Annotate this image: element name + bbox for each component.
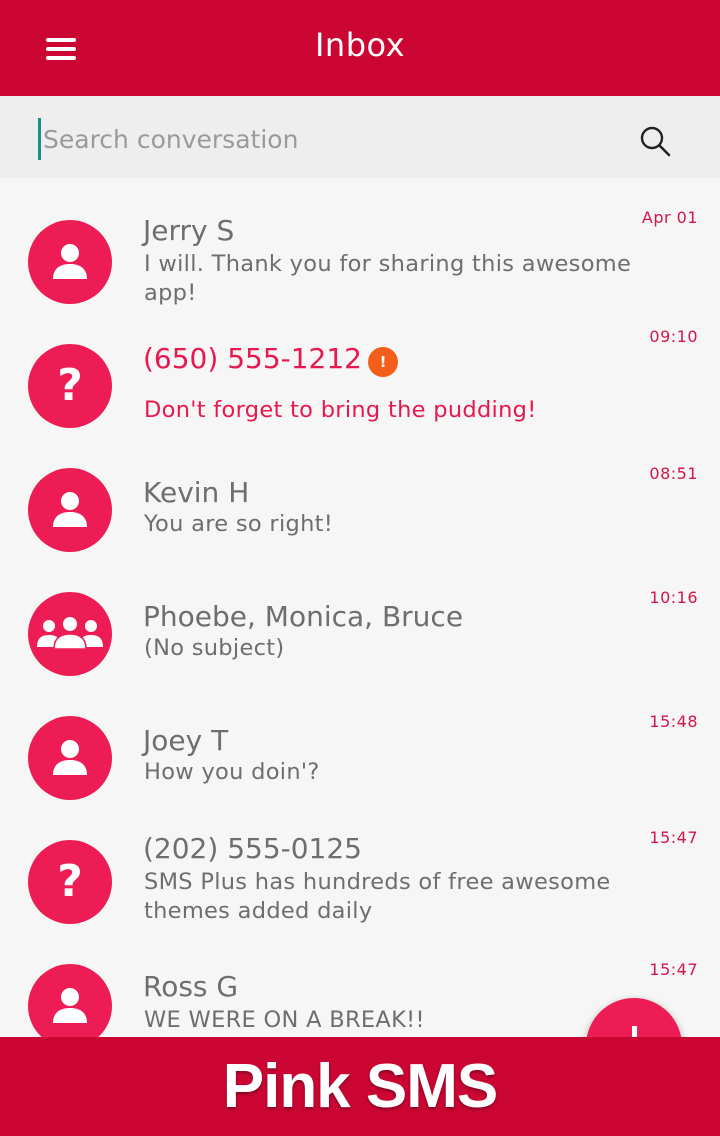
list-item[interactable]: ? (650) 555-1212 ! Don't forget to bring… bbox=[0, 302, 720, 428]
timestamp: 15:47 bbox=[649, 828, 698, 847]
person-icon bbox=[28, 220, 112, 304]
conversation-list: Jerry S I will. Thank you for sharing th… bbox=[0, 178, 720, 1038]
list-item[interactable]: Joey T How you doin'? 15:48 bbox=[0, 674, 720, 800]
contact-name: (650) 555-1212 bbox=[143, 342, 362, 375]
question-mark-icon: ? bbox=[28, 344, 112, 428]
timestamp: 09:10 bbox=[649, 327, 698, 346]
person-icon bbox=[28, 468, 112, 552]
group-icon bbox=[28, 592, 112, 676]
timestamp: 15:48 bbox=[649, 712, 698, 731]
list-item[interactable]: Jerry S I will. Thank you for sharing th… bbox=[0, 178, 720, 306]
list-item[interactable]: Phoebe, Monica, Bruce (No subject) 10:16 bbox=[0, 550, 720, 676]
message-preview: You are so right! bbox=[144, 511, 334, 537]
timestamp: Apr 01 bbox=[641, 208, 698, 227]
timestamp: 10:16 bbox=[649, 588, 698, 607]
search-input[interactable] bbox=[38, 118, 605, 160]
list-item[interactable]: Kevin H You are so right! 08:51 bbox=[0, 426, 720, 552]
message-preview: How you doin'? bbox=[144, 759, 320, 785]
list-item[interactable]: ? (202) 555-0125 SMS Plus has hundreds o… bbox=[0, 798, 720, 924]
app-bar: Inbox bbox=[0, 0, 720, 96]
message-preview: Don't forget to bring the pudding! bbox=[144, 397, 537, 423]
person-icon bbox=[28, 716, 112, 800]
search-icon[interactable] bbox=[638, 124, 672, 158]
timestamp: 15:47 bbox=[649, 960, 698, 979]
timestamp: 08:51 bbox=[649, 464, 698, 483]
message-preview: I will. Thank you for sharing this aweso… bbox=[144, 251, 632, 306]
contact-name: Ross G bbox=[143, 970, 239, 1003]
brand-footer: Pink SMS bbox=[0, 1037, 720, 1136]
contact-name: (202) 555-0125 bbox=[143, 832, 362, 865]
question-mark-icon: ? bbox=[28, 840, 112, 924]
person-icon bbox=[28, 964, 112, 1038]
brand-title: Pink SMS bbox=[222, 1052, 499, 1121]
contact-name: Kevin H bbox=[143, 476, 250, 509]
contact-name: Joey T bbox=[143, 724, 229, 757]
message-preview: SMS Plus has hundreds of free awesome th… bbox=[144, 869, 611, 924]
page-title: Inbox bbox=[314, 26, 406, 64]
contact-name: Jerry S bbox=[143, 214, 235, 247]
message-preview: (No subject) bbox=[144, 635, 285, 661]
search-bar bbox=[0, 96, 720, 178]
alert-badge: ! bbox=[368, 347, 398, 377]
contact-name: Phoebe, Monica, Bruce bbox=[143, 600, 464, 633]
